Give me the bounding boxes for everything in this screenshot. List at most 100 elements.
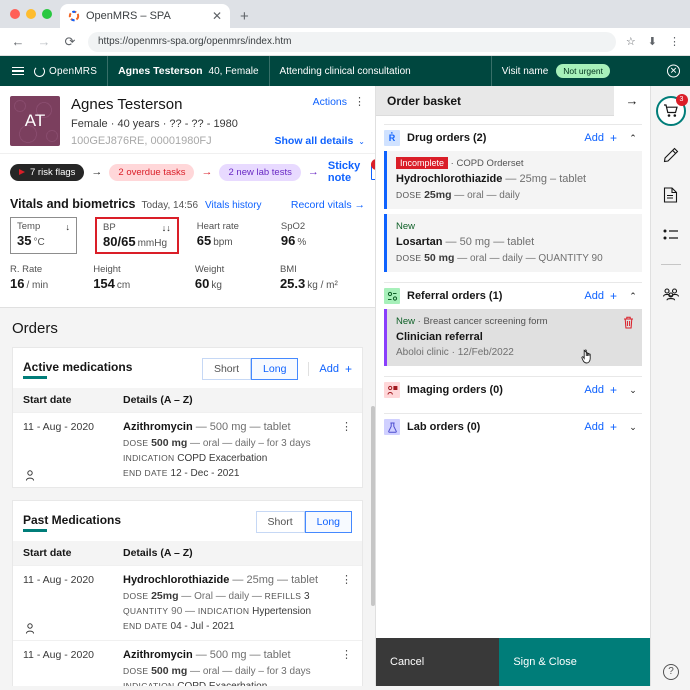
add-referral-order-button[interactable]: Add bbox=[584, 290, 604, 302]
vital-unit-text: % bbox=[297, 237, 307, 248]
order-group-header[interactable]: Lab orders (0) Add + ⌄ bbox=[384, 413, 642, 440]
plus-icon[interactable]: + bbox=[610, 420, 617, 434]
patient-chart-column: AT Agnes Testerson Actions ⋮ Female · 40… bbox=[0, 86, 375, 686]
tab-long[interactable]: Long bbox=[251, 358, 299, 380]
plus-icon[interactable]: + bbox=[345, 362, 352, 376]
vital-label-text: R. Rate bbox=[10, 264, 43, 275]
close-window-button[interactable] bbox=[10, 9, 20, 19]
dose-label: DOSE bbox=[123, 591, 149, 601]
overflow-menu-icon[interactable]: ⋮ bbox=[335, 649, 352, 686]
medication-indication-line: INDICATION COPD Exacerbation bbox=[123, 453, 335, 464]
sticky-note-button[interactable]: Sticky note bbox=[328, 160, 360, 184]
plus-icon[interactable]: + bbox=[610, 289, 617, 303]
order-item-name-bold: Clinician referral bbox=[396, 331, 483, 343]
order-item-status-sub: · COPD Orderset bbox=[450, 158, 524, 169]
order-group-header[interactable]: Imaging orders (0) Add + ⌄ bbox=[384, 376, 642, 403]
minimize-window-button[interactable] bbox=[26, 9, 36, 19]
back-icon[interactable]: ← bbox=[10, 34, 26, 49]
chevron-up-icon[interactable]: ⌃ bbox=[628, 291, 638, 302]
overflow-menu-icon[interactable]: ⋮ bbox=[335, 421, 352, 479]
vital-bp-label: BP ↓↓ bbox=[103, 222, 171, 233]
record-vitals-button[interactable]: Record vitals → bbox=[291, 199, 365, 211]
tab-long[interactable]: Long bbox=[304, 511, 352, 533]
divider bbox=[660, 264, 681, 265]
medication-end-date-line: END DATE 12 - Dec - 2021 bbox=[123, 468, 335, 479]
risk-flags-pill[interactable]: 7 risk flags bbox=[10, 163, 85, 181]
add-lab-order-button[interactable]: Add bbox=[584, 421, 604, 433]
browser-tab-title: OpenMRS – SPA bbox=[86, 10, 171, 22]
openmrs-logo[interactable]: OpenMRS bbox=[34, 56, 107, 86]
dose-value: 500 mg bbox=[151, 665, 188, 677]
order-group-title: Lab orders (0) bbox=[407, 421, 481, 433]
order-group-header[interactable]: R̽ Drug orders (2) Add + ⌃ bbox=[384, 124, 642, 151]
plus-icon[interactable]: + bbox=[610, 131, 617, 145]
indication-value: COPD Exacerbation bbox=[177, 453, 268, 464]
quantity-label: QUANTITY bbox=[123, 606, 169, 616]
medication-dose-line: DOSE 500 mg — oral — daily – for 3 days bbox=[123, 665, 335, 677]
order-group-header[interactable]: Referral orders (1) Add + ⌃ bbox=[384, 282, 642, 309]
vital-resp-rate: R. Rate 16/ min bbox=[10, 260, 93, 295]
table-row[interactable]: 11 - Aug - 2020 Azithromycin — 500 mg — … bbox=[13, 640, 362, 686]
address-bar-input[interactable]: https://openmrs-spa.org/openmrs/index.ht… bbox=[88, 31, 616, 52]
patient-identifier-row: 100GEJ876RE, 00001980FJ Show all details… bbox=[71, 135, 365, 147]
tab-short[interactable]: Short bbox=[201, 358, 252, 380]
vital-value-text: 65 bbox=[196, 233, 212, 248]
vital-height: Height 154 cm bbox=[93, 260, 195, 295]
browser-tab[interactable]: OpenMRS – SPA ✕ bbox=[60, 4, 230, 28]
patient-title-row: Agnes Testerson Actions ⋮ bbox=[71, 96, 365, 114]
new-lab-tests-pill[interactable]: 2 new lab tests bbox=[219, 163, 301, 181]
order-item-dose: DOSE 50 mg — oral — daily — QUANTITY 90 bbox=[396, 252, 633, 264]
new-tab-button[interactable]: + bbox=[230, 8, 259, 28]
vitals-history-link[interactable]: Vitals history bbox=[205, 200, 262, 211]
browser-menu-icon[interactable]: ⋮ bbox=[669, 35, 680, 48]
plus-icon[interactable]: + bbox=[610, 383, 617, 397]
tab-short[interactable]: Short bbox=[255, 511, 305, 533]
bookmark-star-icon[interactable]: ☆ bbox=[626, 35, 636, 48]
nav-patient-banner[interactable]: Agnes Testerson 40, Female bbox=[108, 56, 268, 86]
maximize-window-button[interactable] bbox=[42, 9, 52, 19]
table-row[interactable]: 11 - Aug - 2020 Hydrochlorothiazide — 25… bbox=[13, 565, 362, 640]
dose-rest: — oral — daily — QUANTITY 90 bbox=[454, 253, 603, 264]
add-imaging-order-button[interactable]: Add bbox=[584, 384, 604, 396]
add-medication-button[interactable]: Add bbox=[319, 363, 339, 375]
delete-icon[interactable] bbox=[623, 316, 634, 334]
end-date-value: 12 - Dec - 2021 bbox=[170, 468, 240, 479]
table-row[interactable]: 11 - Aug - 2020 Azithromycin — 500 mg — … bbox=[13, 412, 362, 487]
chevron-down-icon[interactable]: ⌄ bbox=[358, 137, 365, 146]
nav-visit-context[interactable]: Attending clinical consultation bbox=[270, 56, 421, 86]
add-drug-order-button[interactable]: Add bbox=[584, 132, 604, 144]
close-icon[interactable]: ✕ bbox=[212, 9, 222, 23]
vital-bp-value: 80/65 mmHg bbox=[103, 234, 171, 249]
pencil-note-icon[interactable] bbox=[660, 144, 682, 166]
overflow-menu-icon[interactable]: ⋮ bbox=[347, 96, 365, 108]
document-icon[interactable] bbox=[660, 184, 682, 206]
nav-visit-name[interactable]: Visit name Not urgent bbox=[492, 56, 620, 86]
reload-icon[interactable]: ⟳ bbox=[62, 34, 78, 50]
download-icon[interactable]: ⬇ bbox=[648, 35, 657, 48]
cancel-button[interactable]: Cancel bbox=[376, 638, 500, 686]
shopping-cart-icon[interactable]: 3 bbox=[655, 94, 688, 126]
expand-basket-button[interactable]: → bbox=[614, 85, 650, 116]
vitals-title: Vitals and biometrics bbox=[10, 197, 136, 211]
order-item[interactable]: New Losartan — 50 mg — tablet DOSE 50 mg… bbox=[384, 214, 642, 272]
past-medications-card: Past Medications Short Long Start date D… bbox=[12, 500, 363, 686]
chevron-down-icon[interactable]: ⌄ bbox=[628, 422, 638, 433]
overflow-menu-icon[interactable]: ⋮ bbox=[335, 574, 352, 632]
team-patients-icon[interactable] bbox=[660, 283, 682, 305]
dose-value: 25mg bbox=[424, 189, 452, 201]
vitals-row-1: Temp ↓ 35 °C BP ↓↓ 80/65 mmHg Heart rate… bbox=[10, 217, 365, 254]
openmrs-favicon-icon bbox=[68, 10, 80, 22]
chevron-up-icon[interactable]: ⌃ bbox=[628, 133, 638, 144]
close-icon[interactable]: ✕ bbox=[667, 64, 680, 78]
list-icon[interactable] bbox=[660, 224, 682, 246]
sign-and-close-button[interactable]: Sign & Close bbox=[499, 638, 650, 686]
forward-icon[interactable]: → bbox=[36, 34, 52, 49]
help-icon[interactable]: ? bbox=[663, 664, 679, 680]
overdue-tasks-pill[interactable]: 2 overdue tasks bbox=[109, 163, 195, 181]
order-item[interactable]: New · Breast cancer screening form Clini… bbox=[384, 309, 642, 366]
chevron-down-icon[interactable]: ⌄ bbox=[628, 385, 638, 396]
show-all-details-button[interactable]: Show all details bbox=[275, 135, 354, 147]
actions-button[interactable]: Actions bbox=[313, 96, 347, 108]
order-item[interactable]: Incomplete · COPD Orderset Hydrochloroth… bbox=[384, 151, 642, 209]
menu-hamburger-icon[interactable] bbox=[0, 66, 34, 76]
